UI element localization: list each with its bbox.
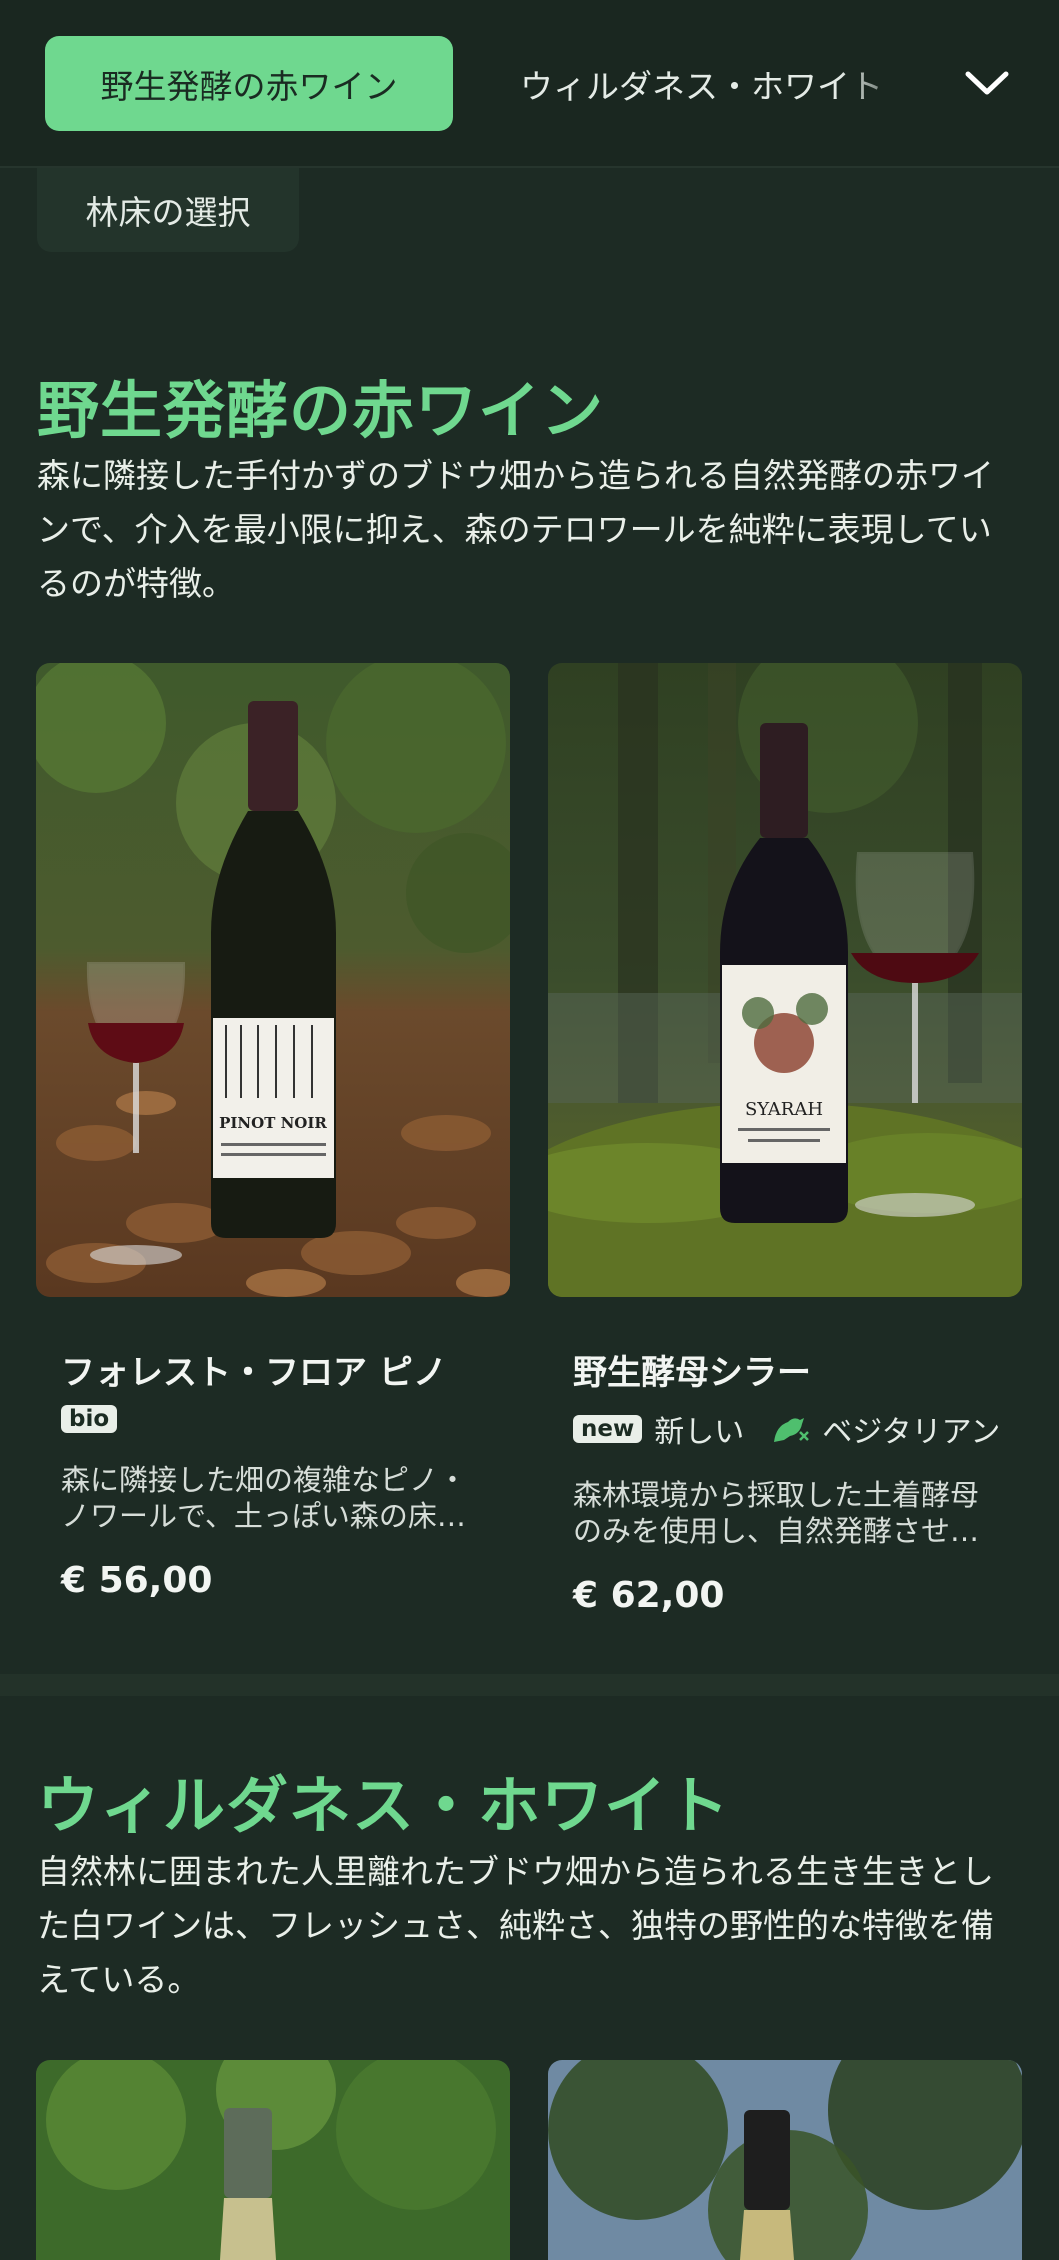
category-nav: 野生発酵の赤ワイン ウィルダネス・ホワイト [0, 0, 1059, 168]
product-name-syrah[interactable]: 野生酵母シラー [573, 1345, 811, 1394]
section-divider [0, 1674, 1059, 1696]
product-image-pinot[interactable]: PINOT NOIR [36, 663, 510, 1297]
product-badges-pinot: bio [61, 1405, 118, 1433]
new-badge: new [573, 1415, 643, 1443]
product-description-pinot: 森に隣接した畑の複雑なピノ・ノワールで、土っぽい森の床の香りが特徴の一本です。 [61, 1463, 468, 1533]
tag-vegetarian: ベジタリアン [822, 1415, 1001, 1450]
tab-red-wines[interactable]: 野生発酵の赤ワイン [45, 36, 453, 131]
bottle-label-pinot: PINOT NOIR [219, 1114, 327, 1132]
product-price-syrah: € 62,00 [573, 1575, 725, 1616]
product-price-pinot: € 56,00 [61, 1560, 213, 1601]
bio-badge: bio [61, 1405, 118, 1433]
vegetarian-icon [770, 1412, 810, 1446]
tag-new: 新しい [654, 1415, 745, 1450]
product-image-white-1[interactable] [36, 2060, 510, 2260]
tab-wilderness-whites[interactable]: ウィルダネス・ホワイト [520, 36, 920, 131]
section-title-white: ウィルダネス・ホワイト [37, 1769, 731, 1842]
product-image-white-2[interactable] [548, 2060, 1022, 2260]
section-description-white: 自然林に囲まれた人里離れたブドウ畑から造られる生き生きとした白ワインは、フレッシ… [37, 1852, 994, 1999]
chevron-down-icon[interactable] [962, 60, 1012, 106]
product-badges-syrah: new 新しい ベジタリアン [573, 1407, 1000, 1451]
product-name-pinot[interactable]: フォレスト・フロア ピノ [61, 1345, 447, 1394]
section-title-red: 野生発酵の赤ワイン [37, 374, 605, 447]
product-image-syrah[interactable]: SYARAH [548, 663, 1022, 1297]
tab-forest-floor[interactable]: 林床の選択 [37, 168, 299, 252]
bottle-label-syrah: SYARAH [745, 1099, 823, 1120]
product-description-syrah: 森林環境から採取した土着酵母のみを使用し、自然発酵させたシラーです。 [573, 1478, 980, 1548]
section-description-red: 森に隣接した手付かずのブドウ畑から造られる自然発酵の赤ワインで、介入を最小限に抑… [37, 456, 994, 603]
